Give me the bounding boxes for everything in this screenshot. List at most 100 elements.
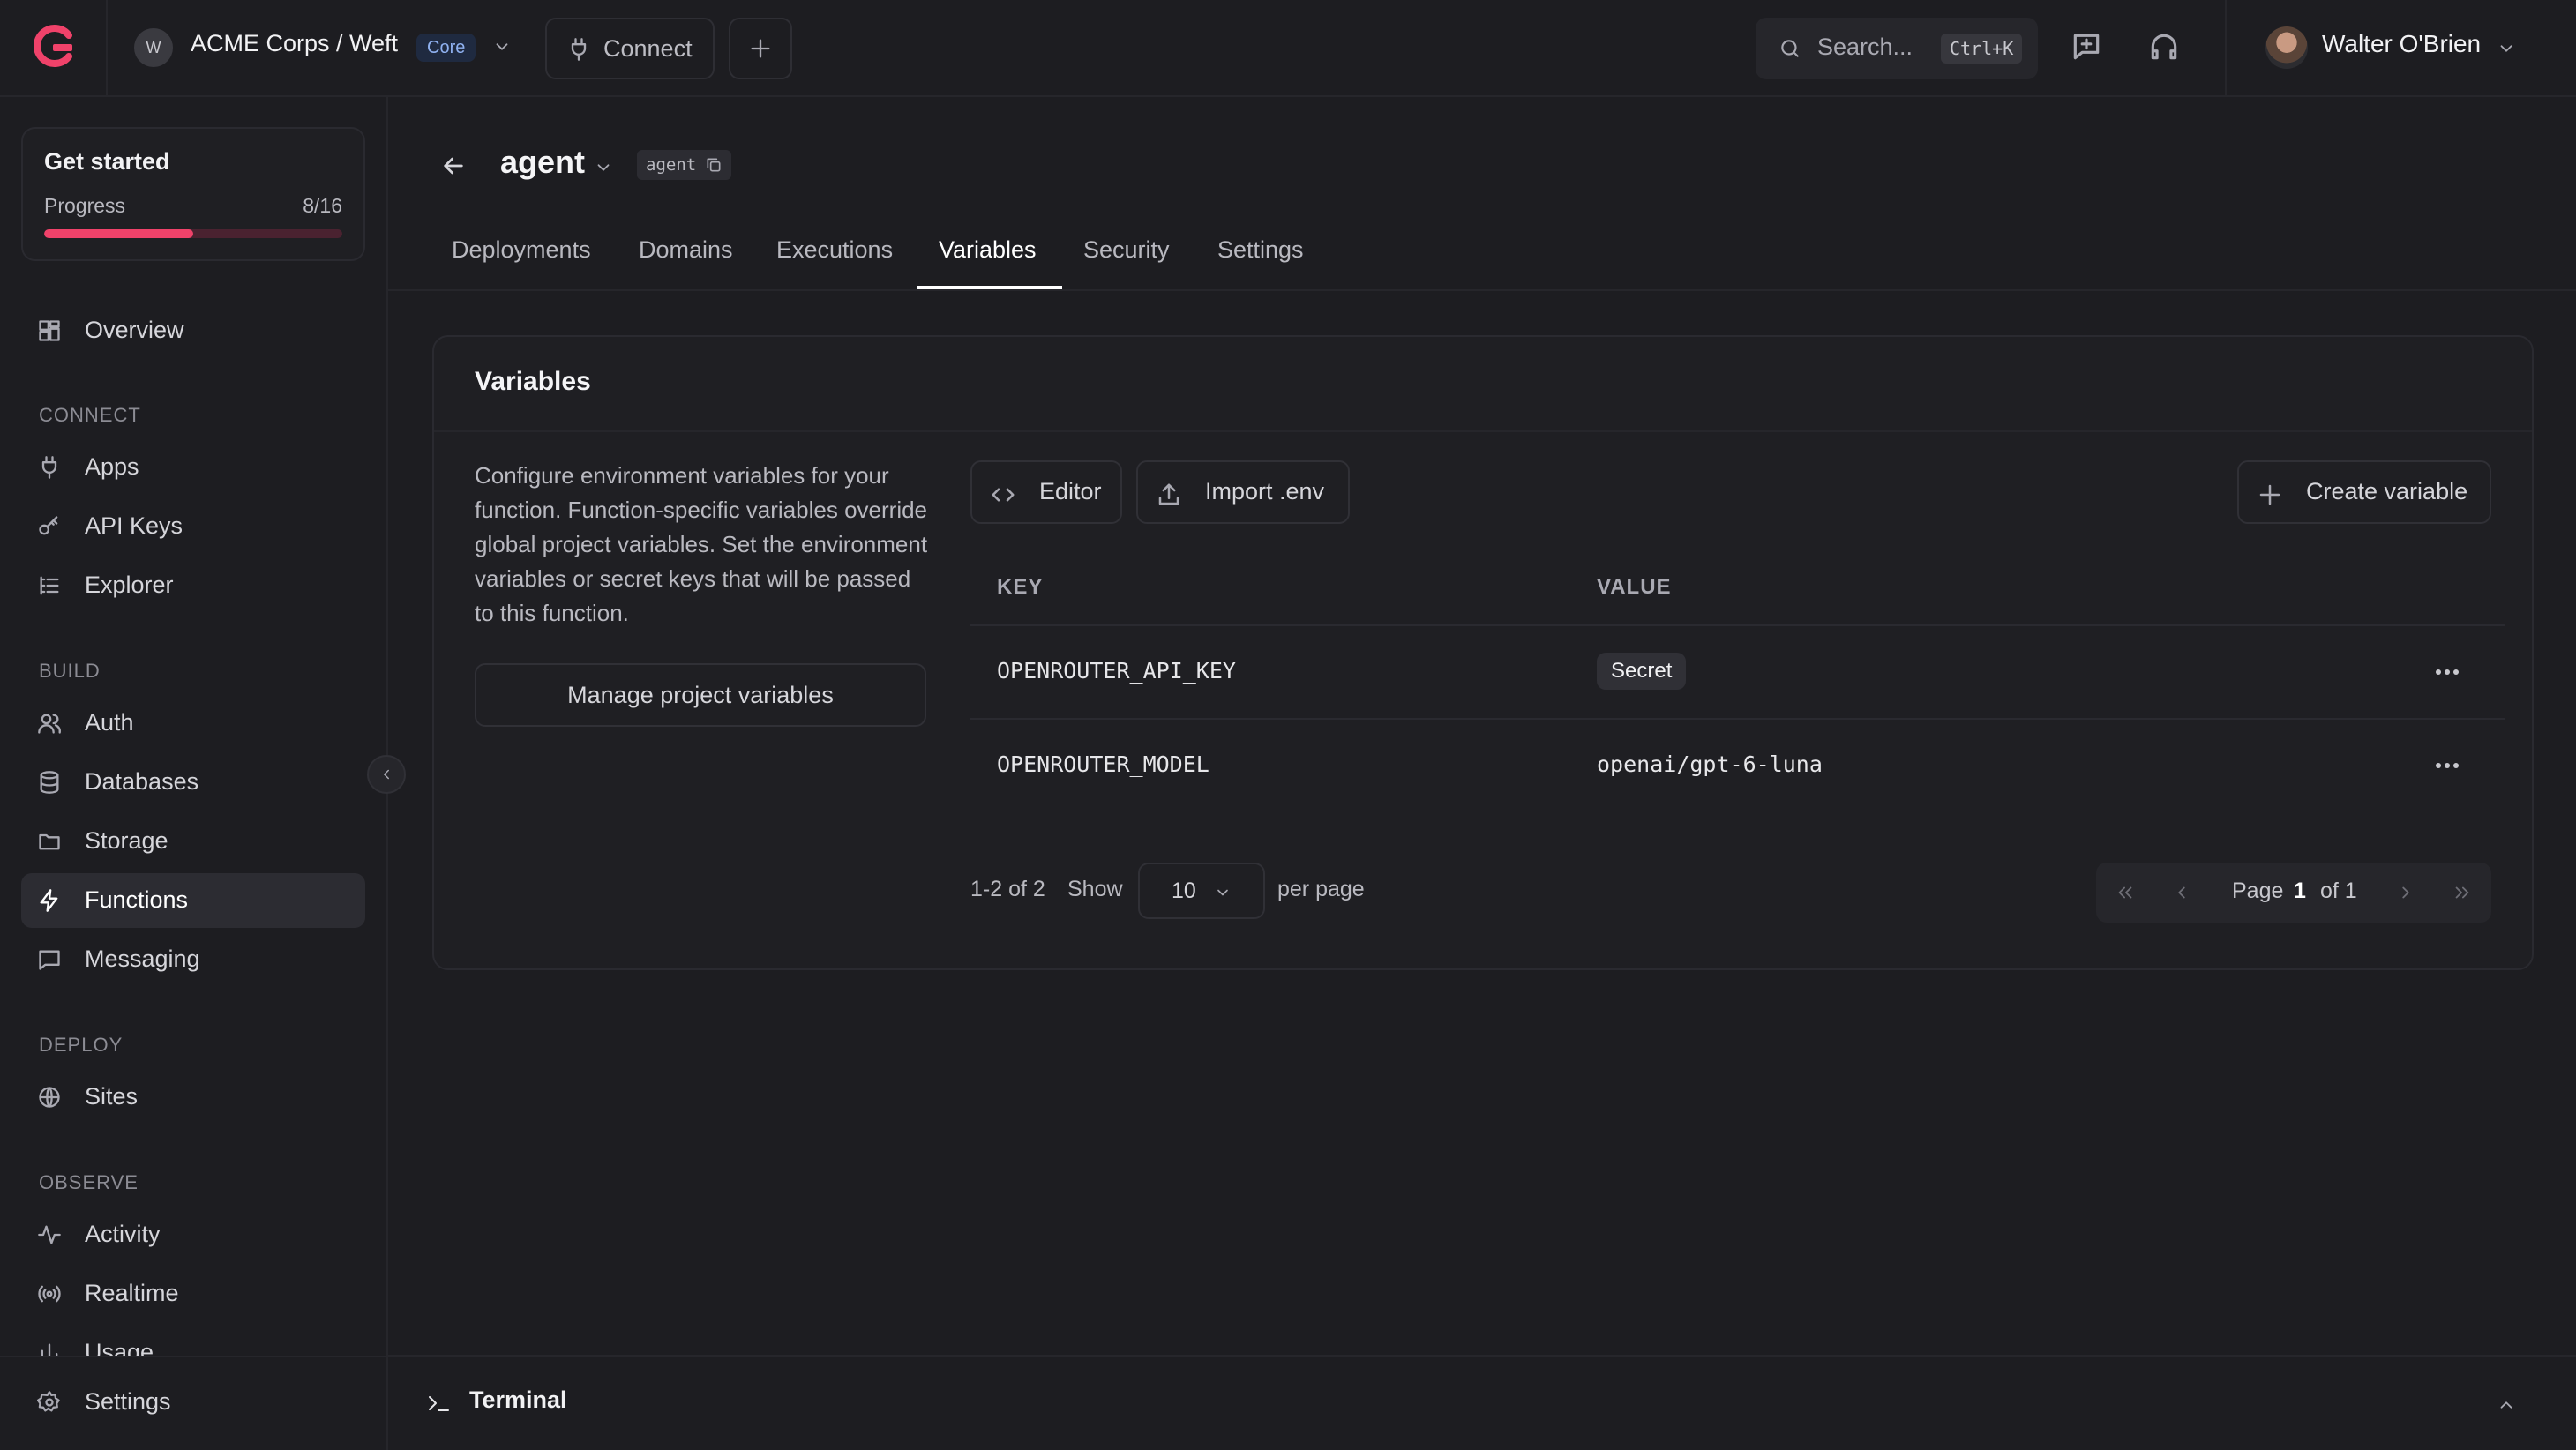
search-shortcut: Ctrl+K — [1941, 34, 2023, 64]
editor-button[interactable]: Editor — [970, 460, 1122, 524]
editor-label: Editor — [1039, 478, 1102, 505]
back-arrow-icon[interactable] — [439, 152, 468, 180]
sidebar-item-storage[interactable]: Storage — [21, 814, 365, 869]
tab-executions[interactable]: Executions — [776, 236, 893, 264]
sidebar-item-label: Explorer — [85, 572, 174, 598]
tab-deployments[interactable]: Deployments — [452, 236, 591, 264]
key-icon — [39, 516, 58, 535]
chevron-down-icon[interactable] — [594, 158, 613, 177]
message-square-icon — [39, 950, 60, 970]
create-variable-label: Create variable — [2306, 478, 2468, 505]
current-page: 1 — [2294, 878, 2306, 903]
page-label: Page — [2232, 878, 2284, 903]
upload-icon — [1158, 483, 1179, 505]
section-heading-observe: OBSERVE — [39, 1171, 139, 1193]
variable-value: openai/gpt-6-luna — [1597, 751, 1823, 777]
sidebar-item-realtime[interactable]: Realtime — [21, 1267, 365, 1321]
sidebar-item-label: Activity — [85, 1221, 161, 1247]
terminal-label: Terminal — [469, 1386, 567, 1413]
card-title: Variables — [475, 367, 591, 396]
chevrons-left-icon[interactable] — [2115, 883, 2135, 902]
variables-card: Variables Configure environment variable… — [432, 335, 2534, 970]
tab-variables[interactable]: Variables — [939, 236, 1037, 264]
sidebar-footer: Settings — [0, 1356, 386, 1450]
sidebar-item-activity[interactable]: Activity — [21, 1207, 365, 1262]
sidebar-item-label: Databases — [85, 768, 199, 795]
connect-button[interactable]: Connect — [545, 18, 715, 79]
tab-settings[interactable]: Settings — [1217, 236, 1304, 264]
sidebar-item-databases[interactable]: Databases — [21, 755, 365, 810]
sidebar-item-label: Realtime — [85, 1280, 179, 1306]
user-name[interactable]: Walter O'Brien — [2322, 30, 2481, 58]
chevron-right-icon[interactable] — [2396, 883, 2415, 902]
create-variable-button[interactable]: Create variable — [2237, 460, 2491, 524]
activity-icon — [38, 1225, 61, 1244]
sidebar-item-label: Apps — [85, 453, 139, 480]
more-horizontal-icon — [2436, 669, 2459, 675]
chevron-left-icon[interactable] — [2172, 883, 2191, 902]
sidebar-item-auth[interactable]: Auth — [21, 696, 365, 751]
import-env-button[interactable]: Import .env — [1136, 460, 1350, 524]
chevron-up-icon[interactable] — [2497, 1395, 2516, 1415]
sidebar-item-label: Overview — [85, 317, 184, 343]
sidebar-item-overview[interactable]: Overview — [21, 303, 365, 358]
sidebar-item-functions[interactable]: Functions — [21, 873, 365, 928]
pagination-controls: Page 1 of 1 — [2096, 863, 2491, 923]
add-button[interactable] — [729, 18, 792, 79]
secret-badge: Secret — [1597, 653, 1687, 690]
collapse-sidebar-button[interactable] — [367, 755, 406, 794]
connect-label: Connect — [603, 35, 693, 62]
get-started-card[interactable]: Get started Progress 8/16 — [21, 127, 365, 261]
sidebar-item-settings[interactable]: Settings — [21, 1375, 365, 1430]
appwrite-logo-icon[interactable] — [30, 23, 76, 69]
sidebar-item-label: Sites — [85, 1083, 139, 1110]
function-name[interactable]: agent — [500, 144, 585, 181]
sidebar-item-label: Storage — [85, 827, 168, 854]
chevron-down-icon[interactable] — [2497, 39, 2516, 58]
row-actions-button[interactable] — [2426, 651, 2468, 693]
folder-icon — [39, 833, 60, 850]
user-avatar[interactable] — [2265, 26, 2308, 69]
search-placeholder: Search... — [1817, 34, 1913, 60]
sidebar-item-api-keys[interactable]: API Keys — [21, 499, 365, 554]
tab-domains[interactable]: Domains — [639, 236, 733, 264]
code-icon — [992, 488, 1015, 502]
function-id-badge[interactable]: agent — [637, 150, 732, 180]
column-header-value[interactable]: VALUE — [1597, 575, 1672, 600]
progress-value: 8/16 — [303, 194, 342, 217]
plug-icon — [41, 456, 57, 479]
chevrons-right-icon[interactable] — [2452, 883, 2472, 902]
row-actions-button[interactable] — [2426, 744, 2468, 787]
variable-key: OPENROUTER_API_KEY — [997, 658, 1236, 684]
org-project-name[interactable]: ACME Corps / Weft — [191, 30, 398, 57]
section-heading-connect: CONNECT — [39, 404, 141, 426]
radio-waves-icon — [38, 1285, 61, 1303]
chevron-down-icon[interactable] — [492, 37, 512, 56]
function-tabs: Deployments Domains Executions Variables… — [388, 220, 2576, 291]
per-page-select[interactable]: 10 — [1138, 863, 1265, 919]
get-started-title: Get started — [44, 148, 170, 175]
plug-icon — [571, 38, 587, 61]
sidebar-item-explorer[interactable]: Explorer — [21, 558, 365, 613]
sidebar-item-apps[interactable]: Apps — [21, 440, 365, 495]
tab-security[interactable]: Security — [1083, 236, 1170, 264]
list-tree-icon — [40, 576, 59, 595]
section-heading-build: BUILD — [39, 660, 101, 682]
org-avatar[interactable]: W — [134, 28, 173, 67]
manage-project-variables-button[interactable]: Manage project variables — [475, 663, 926, 727]
search-bar[interactable]: Search... Ctrl+K — [1756, 18, 2038, 79]
table-divider — [970, 718, 2505, 720]
sidebar-item-label: API Keys — [85, 512, 183, 539]
copy-icon[interactable] — [705, 156, 723, 174]
terminal-panel[interactable]: Terminal — [388, 1355, 2576, 1450]
users-icon — [38, 714, 61, 734]
feedback-icon[interactable] — [2070, 30, 2103, 64]
pagination-count: 1-2 of 2 — [970, 877, 1045, 901]
plus-icon — [2259, 484, 2280, 505]
column-header-key[interactable]: KEY — [997, 575, 1043, 600]
plan-badge: Core — [416, 34, 476, 62]
headset-support-icon[interactable] — [2147, 30, 2181, 64]
sidebar-item-sites[interactable]: Sites — [21, 1070, 365, 1125]
sidebar-item-messaging[interactable]: Messaging — [21, 932, 365, 987]
variable-key: OPENROUTER_MODEL — [997, 751, 1209, 777]
